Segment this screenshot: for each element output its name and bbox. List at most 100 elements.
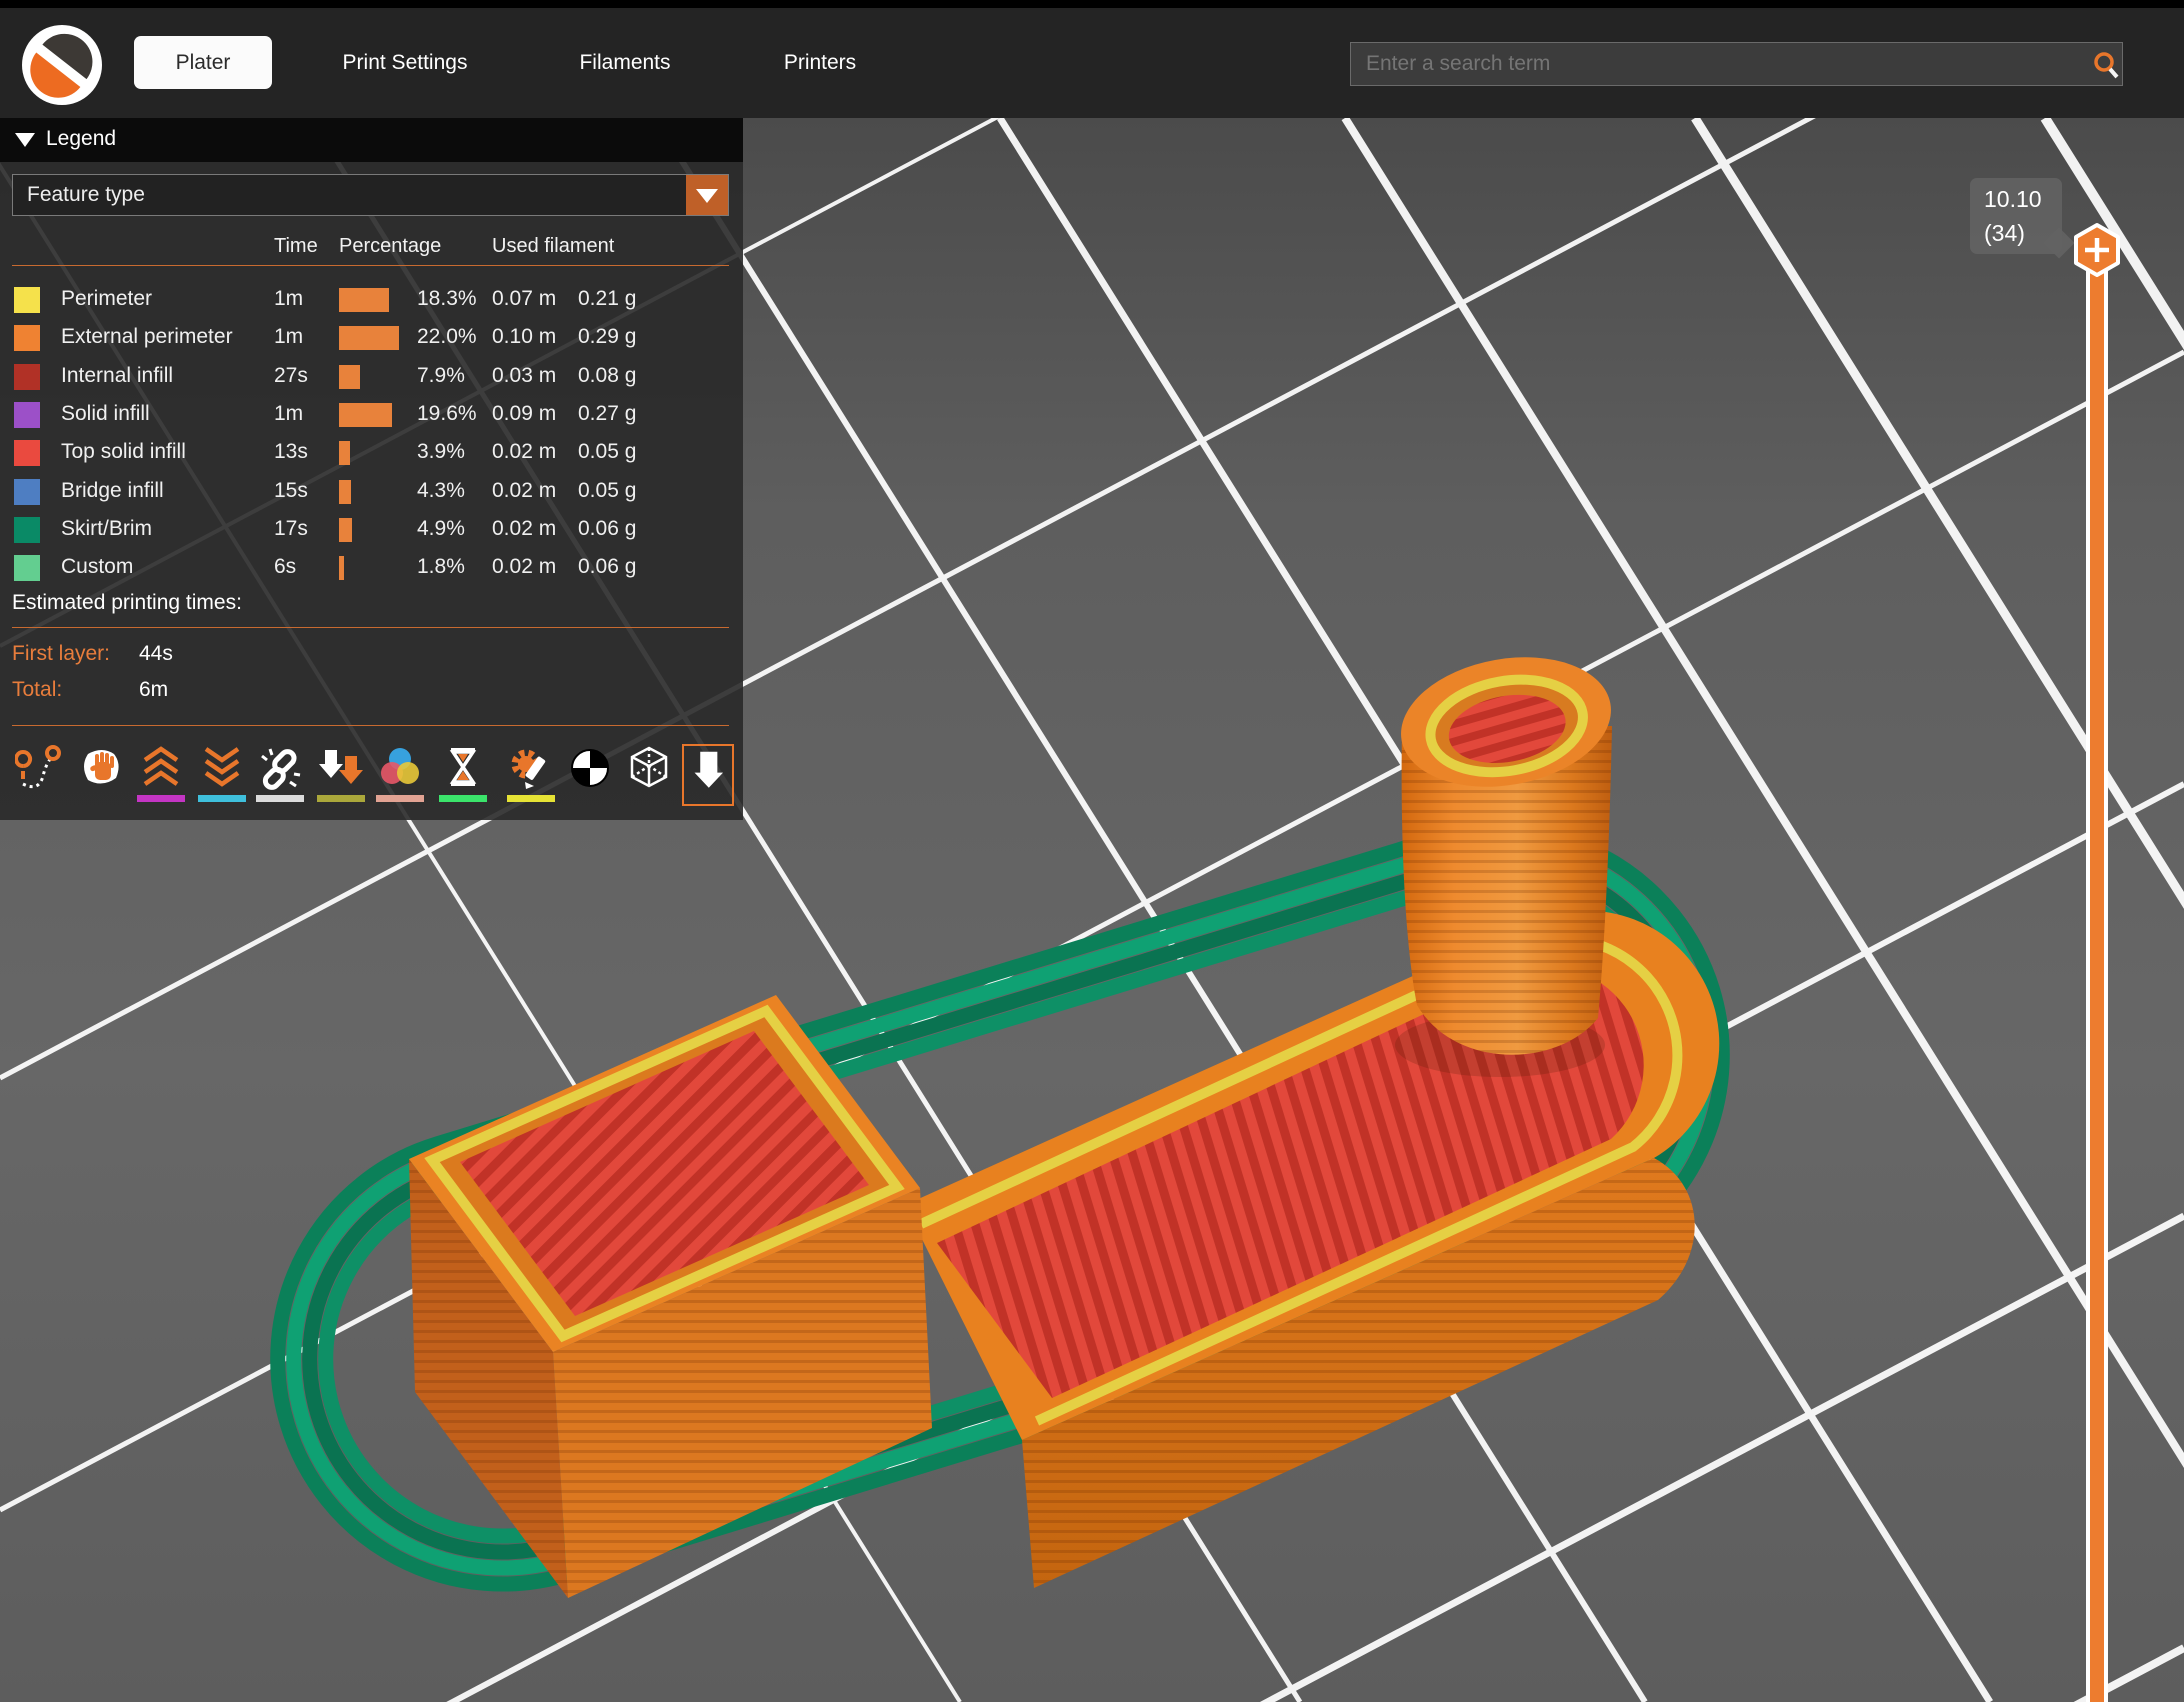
total-time-label: Total: [12, 678, 62, 702]
feature-percent-bar [339, 480, 351, 504]
dropdown-arrow-icon[interactable] [686, 175, 728, 215]
feature-color-swatch [14, 402, 40, 428]
travels-icon[interactable] [13, 744, 65, 806]
retractions-icon[interactable] [135, 744, 187, 806]
feature-color-swatch [14, 555, 40, 581]
feature-percent: 3.9% [417, 440, 465, 464]
feature-color-swatch [14, 517, 40, 543]
feature-percent-bar [339, 441, 350, 465]
feature-percent: 1.8% [417, 555, 465, 579]
pause-prints-icon[interactable] [437, 744, 489, 806]
feature-filament-weight: 0.06 g [578, 517, 636, 541]
custom-gcodes-icon[interactable] [505, 744, 557, 806]
feature-row-top-solid-infill[interactable]: Top solid infill13s3.9%0.02 m0.05 g [0, 435, 743, 473]
feature-time: 13s [274, 440, 308, 464]
feature-percent-bar [339, 518, 352, 542]
feature-label: Skirt/Brim [61, 517, 152, 541]
column-header-used-filament: Used filament [492, 235, 614, 258]
first-layer-value: 44s [139, 642, 173, 666]
slicer-logo-icon [20, 23, 104, 107]
feature-filament-length: 0.02 m [492, 517, 556, 541]
feature-row-perimeter[interactable]: Perimeter1m18.3%0.07 m0.21 g [0, 282, 743, 320]
wipe-icon[interactable] [76, 744, 128, 806]
search-icon[interactable] [2091, 50, 2121, 80]
feature-filament-length: 0.10 m [492, 325, 556, 349]
feature-filament-length: 0.03 m [492, 364, 556, 388]
tool-marker-icon[interactable] [682, 744, 734, 806]
column-header-percentage: Percentage [339, 235, 441, 258]
feature-row-bridge-infill[interactable]: Bridge infill15s4.3%0.02 m0.05 g [0, 474, 743, 512]
feature-row-external-perimeter[interactable]: External perimeter 1m 22.0% 0.10 m 0.29 g [0, 320, 743, 358]
feature-percent: 4.3% [417, 479, 465, 503]
tab-plater[interactable]: Plater [134, 36, 272, 89]
feature-label: Bridge infill [61, 479, 164, 503]
feature-filament-weight: 0.06 g [578, 555, 636, 579]
feature-color-swatch [14, 479, 40, 505]
feature-color-swatch [14, 364, 40, 390]
color-changes-icon[interactable] [374, 744, 426, 806]
feature-percent: 18.3% [417, 287, 477, 311]
feature-percent: 19.6% [417, 402, 477, 426]
feature-filament-weight: 0.05 g [578, 479, 636, 503]
feature-row-custom[interactable]: Custom 6s 1.8% 0.02 m 0.06 g [0, 550, 743, 588]
total-time-value: 6m [139, 678, 168, 702]
slider-tooltip-value: 10.10 [1984, 182, 2062, 216]
feature-time: 17s [274, 517, 308, 541]
feature-row-skirt-brim[interactable]: Skirt/Brim 17s 4.9% 0.02 m 0.06 g [0, 512, 743, 550]
legend-header[interactable]: Legend [0, 118, 743, 162]
feature-time: 15s [274, 479, 308, 503]
view-type-value: Feature type [27, 183, 145, 207]
deretractions-icon[interactable] [196, 744, 248, 806]
legend-toggle-toolbar [0, 740, 743, 810]
slider-tooltip: 10.10 (34) [1970, 178, 2062, 254]
feature-row-internal-infill[interactable]: Internal infill 27s 7.9% 0.03 m 0.08 g [0, 359, 743, 397]
feature-color-swatch [14, 440, 40, 466]
feature-filament-weight: 0.27 g [578, 402, 636, 426]
feature-percent-bar [339, 403, 392, 427]
feature-time: 1m [274, 325, 303, 349]
search-input[interactable] [1350, 42, 2123, 86]
feature-percent: 7.9% [417, 364, 465, 388]
legend-panel: Legend Feature type Time Percentage Used… [0, 118, 743, 820]
feature-percent-bar [339, 288, 389, 312]
seams-icon[interactable] [254, 744, 306, 806]
feature-time: 6s [274, 555, 296, 579]
feature-label: Internal infill [61, 364, 173, 388]
feature-label: Custom [61, 555, 133, 579]
feature-filament-length: 0.02 m [492, 555, 556, 579]
feature-percent: 4.9% [417, 517, 465, 541]
feature-label: Top solid infill [61, 440, 186, 464]
layer-slider-handle[interactable] [2072, 222, 2122, 280]
first-layer-label: First layer: [12, 642, 110, 666]
feature-filament-weight: 0.29 g [578, 325, 636, 349]
search-box [1350, 42, 2123, 86]
collapse-triangle-icon [15, 133, 35, 147]
feature-row-solid-infill[interactable]: Solid infill1m19.6%0.09 m0.27 g [0, 397, 743, 435]
feature-label: External perimeter [61, 325, 233, 349]
tab-printers[interactable]: Printers [745, 36, 895, 89]
main-toolbar: Plater Print Settings Filaments Printers [0, 8, 2184, 118]
divider [12, 725, 729, 726]
feature-filament-length: 0.09 m [492, 402, 556, 426]
feature-color-swatch [14, 325, 40, 351]
printed-part-cylinder [1391, 642, 1622, 1077]
tab-print-settings[interactable]: Print Settings [300, 36, 510, 89]
view-type-dropdown[interactable]: Feature type [12, 174, 729, 216]
tab-filaments[interactable]: Filaments [545, 36, 705, 89]
column-header-time: Time [274, 235, 318, 258]
feature-percent: 22.0% [417, 325, 477, 349]
layer-slider-fill [2090, 260, 2104, 1702]
window-top-strip [0, 0, 2184, 8]
slider-tooltip-layer: (34) [1984, 216, 2062, 250]
center-of-gravity-icon[interactable] [564, 744, 616, 806]
feature-color-swatch [14, 287, 40, 313]
feature-time: 27s [274, 364, 308, 388]
feature-filament-length: 0.07 m [492, 287, 556, 311]
feature-filament-weight: 0.21 g [578, 287, 636, 311]
feature-filament-weight: 0.08 g [578, 364, 636, 388]
feature-filament-length: 0.02 m [492, 440, 556, 464]
shells-icon[interactable] [623, 744, 675, 806]
divider [12, 265, 729, 266]
tool-changes-icon[interactable] [315, 744, 367, 806]
feature-percent-bar [339, 326, 399, 350]
